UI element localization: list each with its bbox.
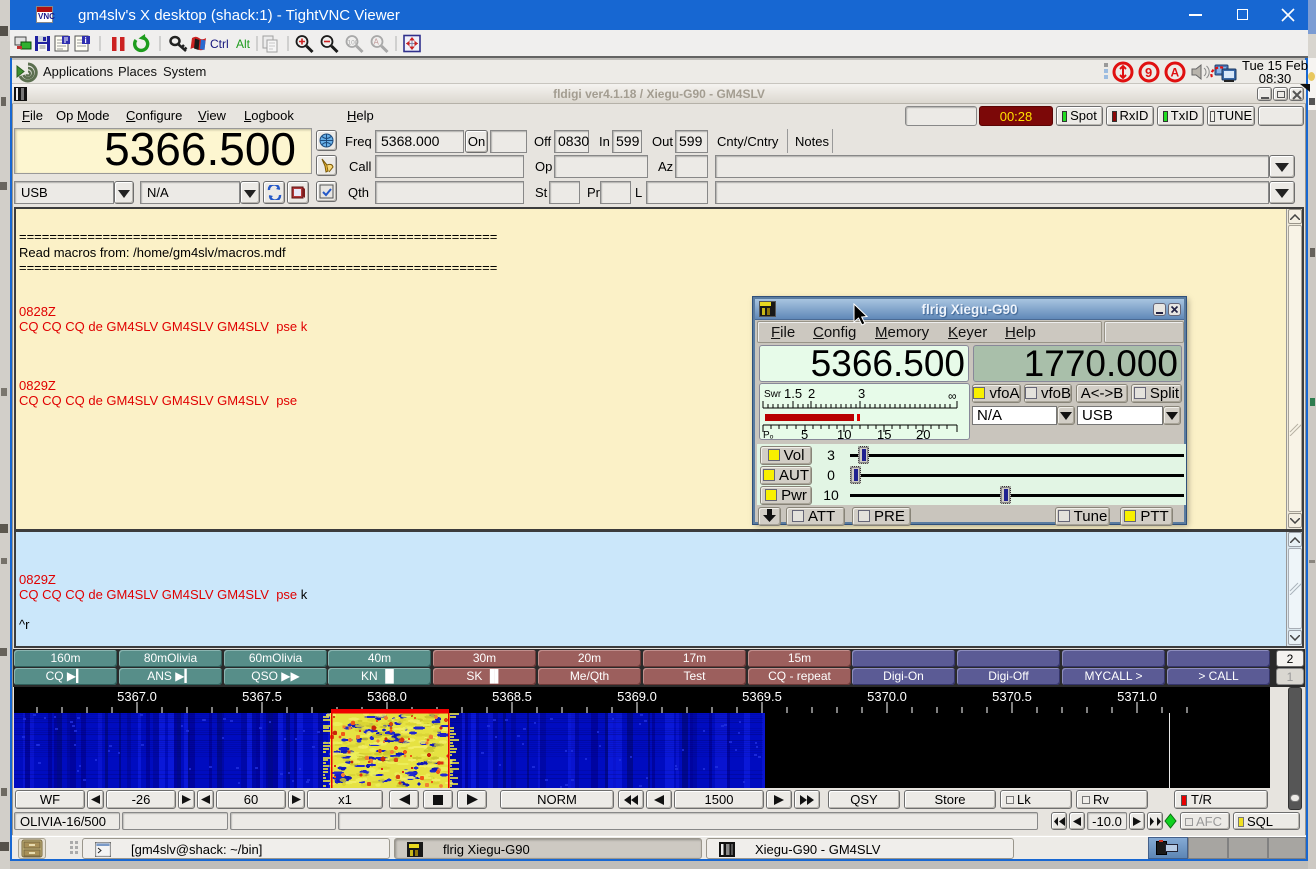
svg-text:∞: ∞ [948,389,957,403]
svg-text:5368.5: 5368.5 [492,689,532,704]
svg-text:5369.0: 5369.0 [617,689,657,704]
svg-text:20: 20 [916,427,930,440]
svg-text:A: A [374,38,380,47]
svg-text:9: 9 [1145,65,1152,80]
svg-text:A: A [1171,66,1180,80]
svg-text:5367.0: 5367.0 [117,689,157,704]
svg-text:5368.0: 5368.0 [367,689,407,704]
svg-text:Ctrl: Ctrl [210,37,229,51]
svg-text:5371.0: 5371.0 [1117,689,1157,704]
svg-text:i: i [85,36,87,45]
svg-text:5369.5: 5369.5 [742,689,782,704]
svg-text:Swr: Swr [764,389,782,400]
svg-text:15: 15 [877,427,891,440]
svg-text:3: 3 [858,386,865,401]
svg-text:Alt: Alt [236,37,251,51]
svg-text:2: 2 [808,386,815,401]
svg-text:5370.0: 5370.0 [867,689,907,704]
svg-text:100: 100 [348,40,359,47]
svg-text:5367.5: 5367.5 [242,689,282,704]
svg-text:10: 10 [837,427,851,440]
svg-text:5370.5: 5370.5 [992,689,1032,704]
svg-text:1.5: 1.5 [784,386,802,401]
svg-text:5: 5 [801,427,808,440]
svg-text:Pₒ: Pₒ [763,430,774,440]
